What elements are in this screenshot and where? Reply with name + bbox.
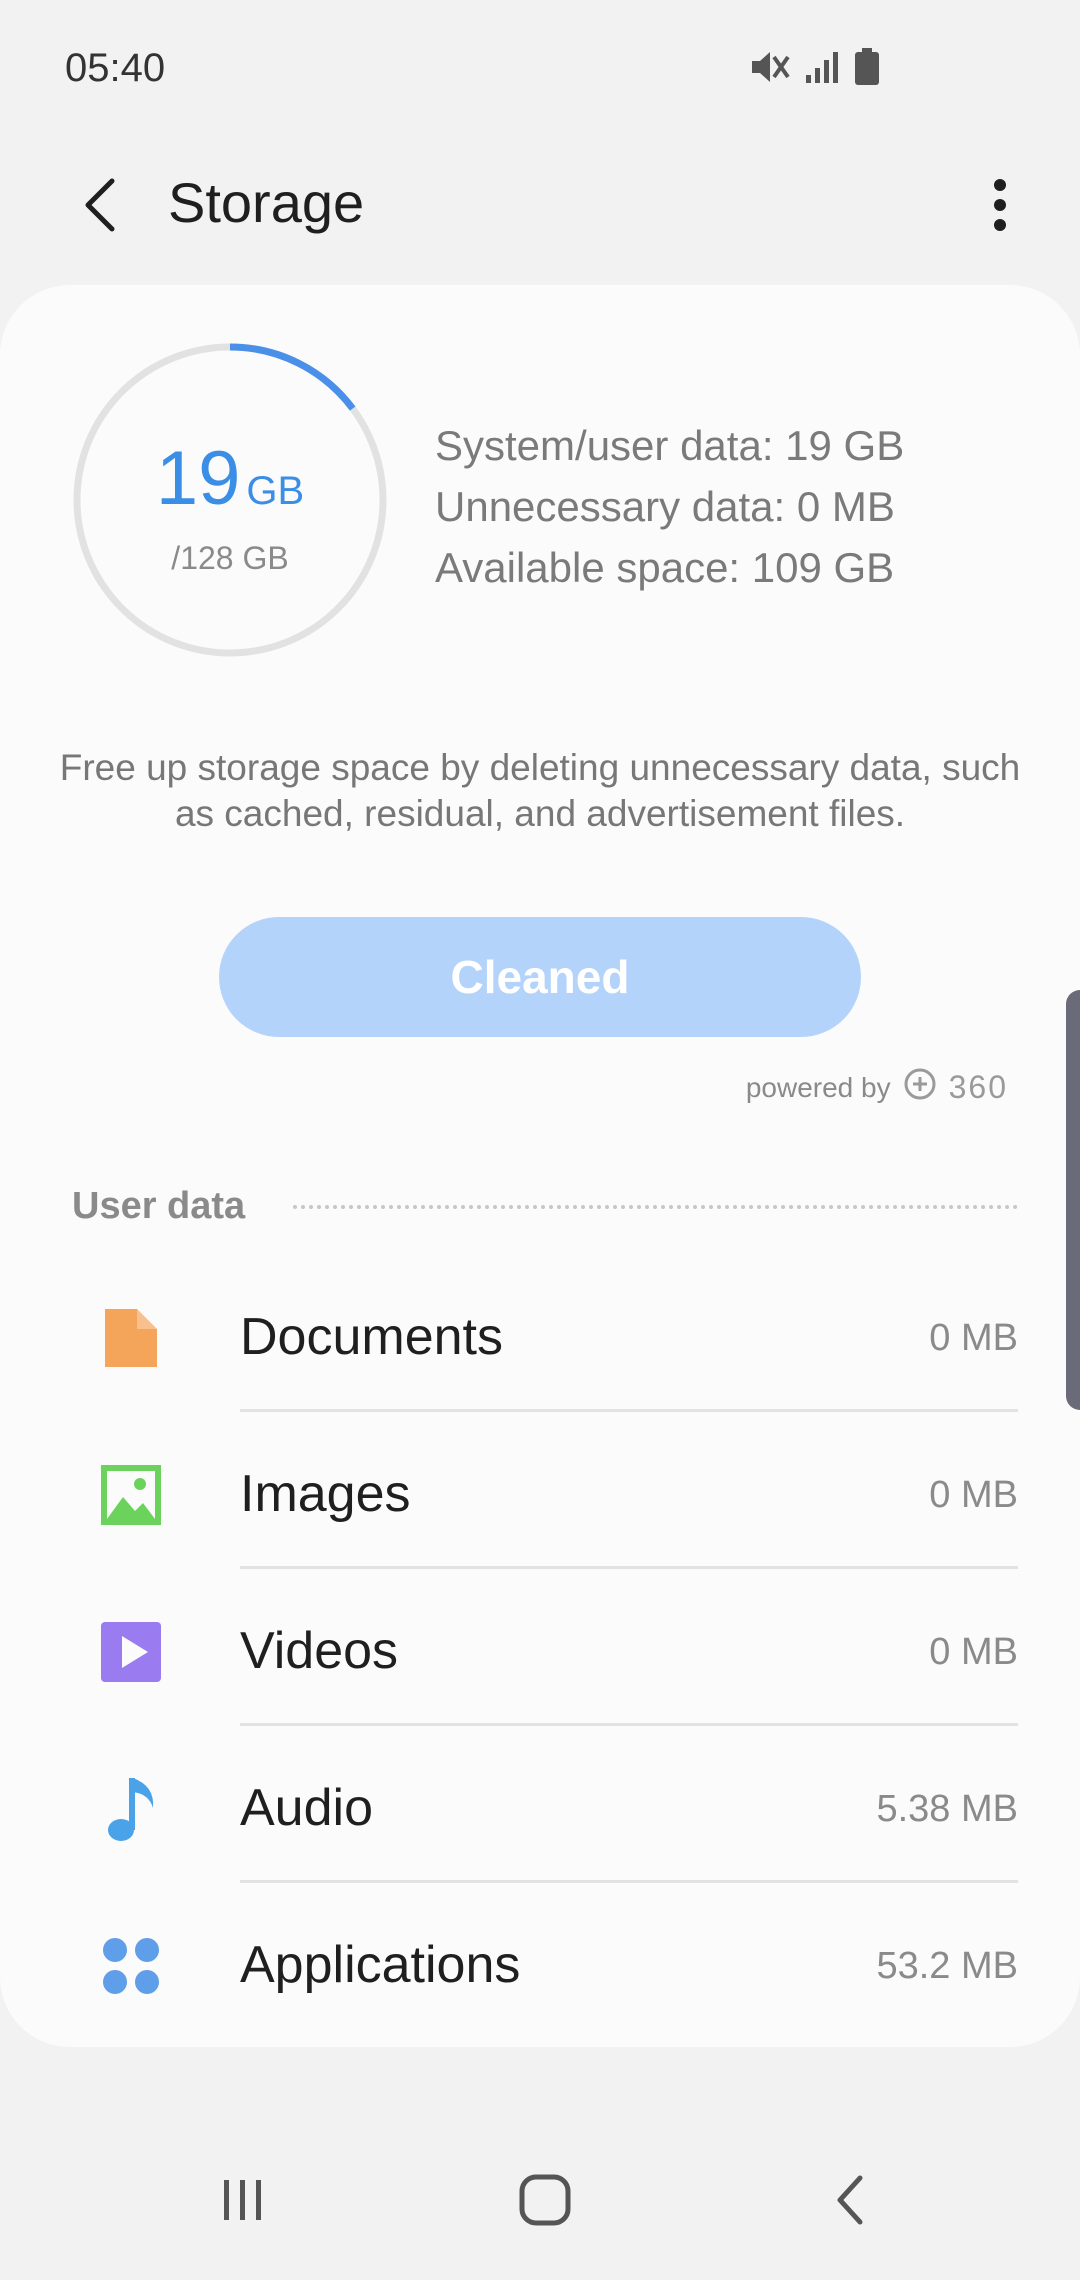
section-divider <box>293 1204 1018 1209</box>
nav-back-button[interactable] <box>800 2160 900 2240</box>
total-storage: /128 GB <box>171 540 289 576</box>
document-icon <box>96 1303 166 1373</box>
clean-description: Free up storage space by deleting unnece… <box>59 747 1021 834</box>
recents-icon <box>224 2180 261 2220</box>
storage-gauge: 19 GB /128 GB <box>70 340 390 660</box>
list-item-documents[interactable]: Documents 0 MB <box>0 1255 1080 1412</box>
user-data-list: Documents 0 MB Images 0 MB Videos 0 MB A… <box>0 1255 1080 2040</box>
item-label: Images <box>240 1465 411 1523</box>
back-button[interactable] <box>60 165 140 245</box>
navigation-bar <box>0 2120 1080 2280</box>
edge-panel-handle[interactable] <box>1066 990 1080 1410</box>
status-bar: 05:40 <box>0 0 1080 130</box>
nav-back-icon <box>837 2175 863 2225</box>
recents-button[interactable] <box>193 2160 293 2240</box>
list-item-applications[interactable]: Applications 53.2 MB <box>0 1883 1080 2040</box>
item-size: 0 MB <box>929 1317 1018 1359</box>
item-size: 53.2 MB <box>876 1945 1018 1987</box>
item-size: 5.38 MB <box>876 1788 1018 1830</box>
item-size: 0 MB <box>929 1474 1018 1516</box>
signal-icon <box>804 49 840 90</box>
video-icon <box>96 1617 166 1687</box>
status-time: 05:40 <box>65 46 166 90</box>
section-title: User data <box>72 1185 246 1227</box>
available-space: Available space: 109 GB <box>435 544 895 591</box>
status-icons <box>750 48 880 91</box>
home-button[interactable] <box>495 2160 595 2240</box>
home-icon <box>519 2174 571 2226</box>
apps-icon <box>96 1931 166 2001</box>
battery-icon <box>854 48 880 91</box>
more-options-button[interactable] <box>960 165 1040 245</box>
storage-summary: System/user data: 19 GB Unnecessary data… <box>435 415 904 598</box>
powered-by-label: powered by <box>745 1071 891 1103</box>
mute-icon <box>750 49 790 90</box>
list-item-audio[interactable]: Audio 5.38 MB <box>0 1726 1080 1883</box>
music-note-icon <box>96 1774 166 1844</box>
list-item-images[interactable]: Images 0 MB <box>0 1412 1080 1569</box>
item-label: Videos <box>240 1622 399 1680</box>
item-size: 0 MB <box>929 1631 1018 1673</box>
powered-by: powered by 360 <box>746 1067 1008 1108</box>
brand-360: 360 <box>948 1069 1008 1105</box>
storage-screen: 05:40 Storage 19 GB /128 GB System/user … <box>0 0 1080 2280</box>
system-user-data: System/user data: 19 GB <box>435 422 905 469</box>
clean-button[interactable]: Cleaned <box>219 917 861 1037</box>
brand-360-icon <box>903 1067 937 1108</box>
page-title: Storage <box>168 171 365 234</box>
used-value: 19 <box>155 436 241 521</box>
item-label: Applications <box>240 1936 521 1994</box>
image-icon <box>96 1460 166 1530</box>
used-storage: 19 GB <box>70 435 390 522</box>
section-header: User data <box>72 1185 1018 1228</box>
more-vert-icon <box>994 179 1006 231</box>
unnecessary-data: Unnecessary data: 0 MB <box>435 483 895 530</box>
back-arrow-icon <box>85 178 115 232</box>
storage-card: 19 GB /128 GB System/user data: 19 GB Unn… <box>0 285 1080 2047</box>
used-unit: GB <box>246 469 305 513</box>
app-bar: Storage <box>0 130 1080 280</box>
list-item-videos[interactable]: Videos 0 MB <box>0 1569 1080 1726</box>
item-label: Audio <box>240 1779 373 1837</box>
item-label: Documents <box>240 1308 503 1366</box>
